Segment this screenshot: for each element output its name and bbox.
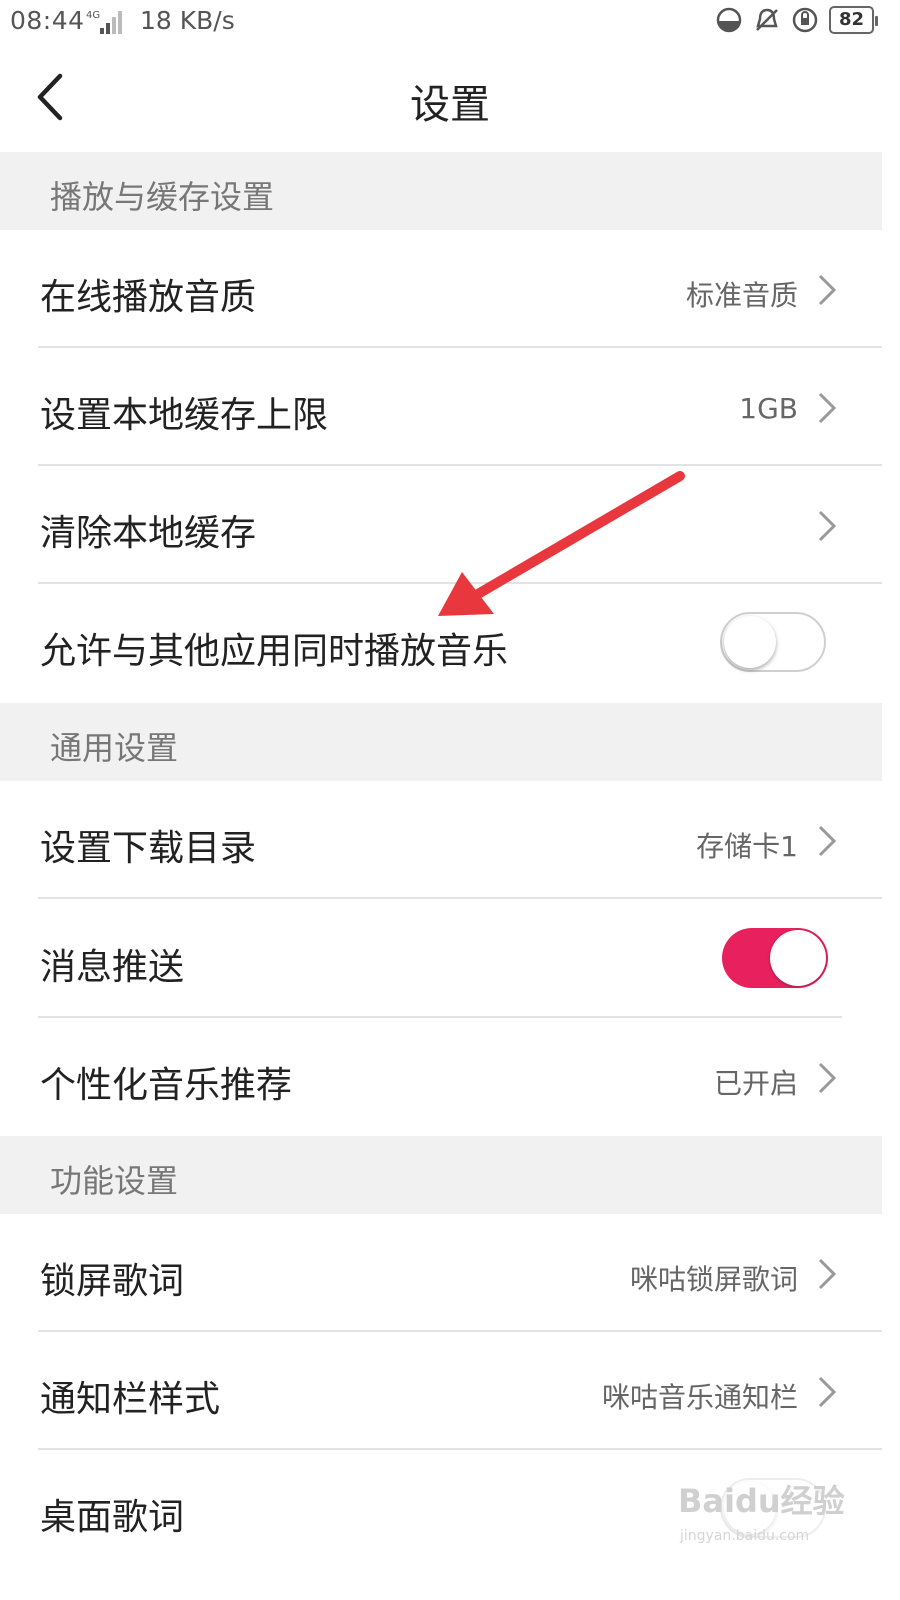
setting-cache-limit[interactable]: 设置本地缓存上限 1GB [0,348,882,466]
network-speed: 18 KB/s [140,6,235,35]
setting-label: 通知栏样式 [40,1379,221,1420]
chevron-right-icon [818,274,837,306]
toggle-knob [770,930,826,986]
section-title: 功能设置 [50,1162,179,1200]
chevron-right-icon [818,392,837,424]
chevron-right-icon [818,510,837,542]
setting-value: 存储卡1 [696,830,798,863]
setting-lockscreen-lyrics[interactable]: 锁屏歌词 咪咕锁屏歌词 [0,1214,882,1332]
setting-download-dir[interactable]: 设置下载目录 存储卡1 [0,781,882,899]
setting-label: 设置下载目录 [40,828,257,869]
setting-label: 允许与其他应用同时播放音乐 [40,631,509,672]
rotation-lock-icon [792,7,818,33]
bell-muted-icon [756,8,778,31]
setting-online-quality[interactable]: 在线播放音质 标准音质 [0,230,882,348]
baidu-watermark: Baidu经验 jingyan.baidu.com [676,1470,846,1550]
section-header-playback: 播放与缓存设置 [0,152,882,230]
section-header-general: 通用设置 [0,703,882,781]
setting-value: 1GB [739,392,798,425]
data-saver-icon [716,7,742,33]
divider [38,897,882,899]
status-icons: 82 [715,6,879,34]
toggle-knob [724,616,776,668]
chevron-right-icon [818,825,837,857]
setting-value: 咪咕锁屏歌词 [629,1263,798,1296]
push-notifications-toggle[interactable] [722,928,828,988]
section-title: 播放与缓存设置 [50,178,275,216]
baidu-logo-icon: Baidu经验 jingyan.baidu.com [678,1482,845,1544]
status-time: 08:44 [10,6,85,35]
setting-personalized-recommend[interactable]: 个性化音乐推荐 已开启 [0,1018,882,1136]
chevron-right-icon [818,1062,837,1094]
network-type-label: 4G [86,10,100,21]
setting-value: 已开启 [713,1067,798,1100]
watermark-text: Baidu经验 [678,1482,845,1520]
setting-push-notifications: 消息推送 [0,900,882,1018]
concurrent-playback-toggle[interactable] [720,612,826,672]
setting-label: 桌面歌词 [40,1497,185,1538]
setting-label: 个性化音乐推荐 [40,1065,293,1106]
setting-notification-style[interactable]: 通知栏样式 咪咕音乐通知栏 [0,1332,882,1450]
setting-value: 标准音质 [685,279,798,312]
page-title: 设置 [410,82,490,128]
setting-clear-cache[interactable]: 清除本地缓存 [0,466,882,584]
setting-label: 清除本地缓存 [40,513,257,554]
status-bar: 08:44 4G 18 KB/s 82 [0,0,900,44]
setting-allow-concurrent-playback: 允许与其他应用同时播放音乐 [0,584,882,702]
setting-label: 消息推送 [40,947,185,988]
signal-icon: 4G [86,8,134,40]
chevron-right-icon [818,1258,837,1290]
setting-value: 咪咕音乐通知栏 [601,1381,798,1414]
setting-label: 在线播放音质 [40,277,257,318]
chevron-right-icon [818,1376,837,1408]
setting-label: 设置本地缓存上限 [40,395,329,436]
watermark-url: jingyan.baidu.com [679,1528,809,1544]
section-title: 通用设置 [50,729,179,767]
battery-icon: 82 [828,6,879,34]
section-header-features: 功能设置 [0,1136,882,1214]
title-bar: 设置 [0,44,900,152]
setting-label: 锁屏歌词 [40,1261,185,1302]
